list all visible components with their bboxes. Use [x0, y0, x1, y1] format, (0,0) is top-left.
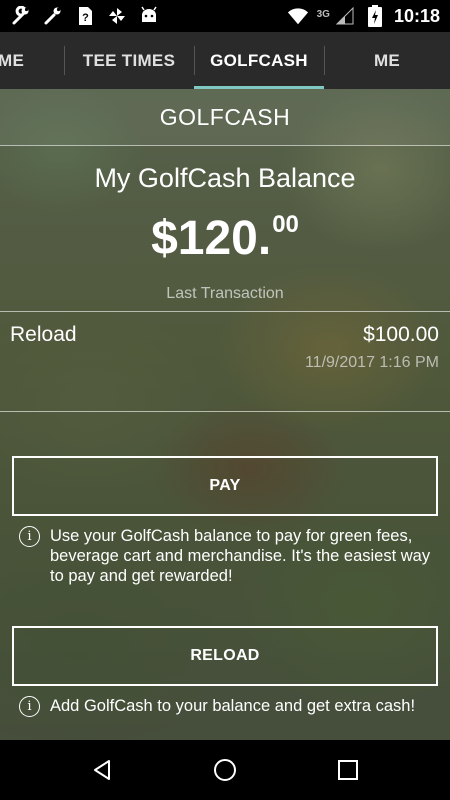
- balance-amount: $120.00: [0, 211, 450, 266]
- balance-cents: 00: [272, 211, 299, 238]
- reload-info-text: Add GolfCash to your balance and get ext…: [50, 697, 416, 715]
- status-bar: ? 3G 10:18: [0, 0, 450, 32]
- system-nav-bar: [0, 740, 450, 800]
- info-icon: i: [19, 526, 40, 547]
- sim-unknown-icon: ?: [74, 5, 96, 27]
- cell-signal-icon: [334, 5, 356, 27]
- reload-info: i Add GolfCash to your balance and get e…: [19, 696, 439, 717]
- divider: [0, 411, 450, 412]
- svg-text:?: ?: [82, 12, 89, 24]
- battery-charging-icon: [364, 5, 386, 27]
- tab-me[interactable]: ME: [324, 32, 450, 89]
- tab-label: GOLFCASH: [210, 50, 308, 70]
- transaction-date: 11/9/2017 1:16 PM: [304, 354, 439, 371]
- clock: 10:18: [393, 5, 440, 26]
- pay-info-text: Use your GolfCash balance to pay for gre…: [50, 527, 431, 585]
- home-icon[interactable]: [205, 750, 245, 790]
- transaction-type: Reload: [10, 323, 77, 346]
- tab-golfcash[interactable]: GOLFCASH: [194, 32, 324, 89]
- pay-button[interactable]: PAY: [12, 456, 438, 516]
- tab-me-partial[interactable]: ME: [0, 32, 64, 89]
- balance-heading: My GolfCash Balance: [94, 163, 356, 193]
- status-right-icons: 3G 10:18: [287, 5, 440, 27]
- tab-tee-times[interactable]: TEE TIMES: [64, 32, 194, 89]
- tab-label: ME: [0, 50, 25, 70]
- android-icon: [138, 5, 160, 27]
- transaction-amount: $100.00: [363, 323, 439, 346]
- page-title: GOLFCASH: [0, 89, 450, 146]
- status-left-icons: ?: [10, 5, 160, 27]
- recents-icon[interactable]: [328, 750, 368, 790]
- info-icon: i: [19, 696, 40, 717]
- divider: [0, 311, 450, 312]
- wifi-icon: [287, 5, 309, 27]
- golfcash-screen[interactable]: GOLFCASH My GolfCash Balance $120.00 Las…: [0, 89, 450, 740]
- wrench-icon: [10, 5, 32, 27]
- pay-info: i Use your GolfCash balance to pay for g…: [19, 526, 439, 586]
- pinwheel-icon: [106, 5, 128, 27]
- tab-bar: ME TEE TIMES GOLFCASH ME: [0, 32, 450, 89]
- tab-label: TEE TIMES: [82, 50, 176, 70]
- back-icon[interactable]: [82, 750, 122, 790]
- tab-label: ME: [373, 50, 401, 70]
- network-type: 3G: [316, 9, 330, 20]
- last-transaction-label: Last Transaction: [166, 285, 284, 302]
- balance-dollars: $120.: [151, 212, 272, 265]
- wrench-icon: [42, 5, 64, 27]
- reload-button[interactable]: RELOAD: [12, 626, 438, 686]
